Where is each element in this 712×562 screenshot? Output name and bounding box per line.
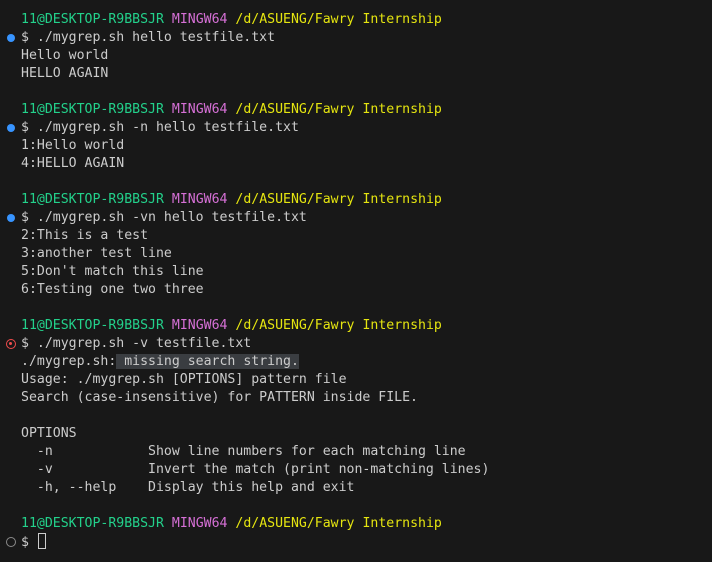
- output-line: 4:HELLO AGAIN: [21, 156, 125, 171]
- prompt-path: /d/ASUENG/Fawry Internship: [235, 516, 442, 531]
- prompt-path: /d/ASUENG/Fawry Internship: [235, 102, 442, 117]
- command-text: $ ./mygrep.sh hello testfile.txt: [21, 30, 276, 45]
- prompt-user-host: 11@DESKTOP-R9BBSJR: [21, 192, 164, 207]
- output-line: OPTIONS: [21, 426, 77, 441]
- error-prefix: ./mygrep.sh:: [21, 354, 117, 369]
- output-line: -n Show line numbers for each matching l…: [21, 444, 466, 459]
- output-line: -h, --help Display this help and exit: [21, 480, 355, 495]
- prompt-path: /d/ASUENG/Fawry Internship: [235, 192, 442, 207]
- text-cursor: [37, 533, 46, 549]
- output-line: 3:another test line: [21, 246, 172, 261]
- command-text: $ ./mygrep.sh -v testfile.txt: [21, 336, 252, 351]
- command-text: $ ./mygrep.sh -n hello testfile.txt: [21, 120, 299, 135]
- prompt-path: /d/ASUENG/Fawry Internship: [235, 12, 442, 27]
- command-line: $ ./mygrep.sh -v testfile.txt: [0, 335, 712, 353]
- prompt-user-host: 11@DESKTOP-R9BBSJR: [21, 102, 164, 117]
- output-line: 6:Testing one two three: [21, 282, 204, 297]
- prompt-user-host: 11@DESKTOP-R9BBSJR: [21, 516, 164, 531]
- prompt-user-host: 11@DESKTOP-R9BBSJR: [21, 12, 164, 27]
- error-message-highlight: missing search string.: [116, 354, 299, 369]
- prompt-path: /d/ASUENG/Fawry Internship: [235, 318, 442, 333]
- prompt-system: MINGW64: [171, 516, 228, 531]
- prompt-system: MINGW64: [171, 318, 228, 333]
- command-input[interactable]: $: [21, 535, 37, 550]
- command-success-icon[interactable]: [7, 34, 15, 42]
- output-line: Search (case-insensitive) for PATTERN in…: [21, 390, 418, 405]
- command-line: $ ./mygrep.sh hello testfile.txt: [0, 29, 712, 47]
- prompt-line: 11@DESKTOP-R9BBSJR MINGW64 /d/ASUENG/Faw…: [0, 515, 712, 533]
- prompt-user-host: 11@DESKTOP-R9BBSJR: [21, 318, 164, 333]
- command-line: $ ./mygrep.sh -n hello testfile.txt: [0, 119, 712, 137]
- output-line: 2:This is a test: [21, 228, 149, 243]
- command-text: $ ./mygrep.sh -vn hello testfile.txt: [21, 210, 307, 225]
- prompt-system: MINGW64: [171, 102, 228, 117]
- prompt-system: MINGW64: [171, 192, 228, 207]
- command-success-icon[interactable]: [7, 214, 15, 222]
- output-line: 1:Hello world: [21, 138, 125, 153]
- output-line: Usage: ./mygrep.sh [OPTIONS] pattern fil…: [21, 372, 347, 387]
- command-line: $ ./mygrep.sh -vn hello testfile.txt: [0, 209, 712, 227]
- prompt-system: MINGW64: [171, 12, 228, 27]
- output-line: 5:Don't match this line: [21, 264, 204, 279]
- prompt-line: 11@DESKTOP-R9BBSJR MINGW64 /d/ASUENG/Faw…: [0, 101, 712, 119]
- command-error-icon[interactable]: [6, 339, 16, 349]
- command-pending-icon[interactable]: [6, 537, 16, 547]
- error-line: ./mygrep.sh: missing search string.: [0, 353, 712, 371]
- output-line: HELLO AGAIN: [21, 66, 109, 81]
- output-line: -v Invert the match (print non-matching …: [21, 462, 490, 477]
- command-input-line[interactable]: $: [0, 533, 712, 551]
- prompt-line: 11@DESKTOP-R9BBSJR MINGW64 /d/ASUENG/Faw…: [0, 317, 712, 335]
- terminal[interactable]: 11@DESKTOP-R9BBSJR MINGW64 /d/ASUENG/Faw…: [0, 0, 712, 562]
- prompt-line: 11@DESKTOP-R9BBSJR MINGW64 /d/ASUENG/Faw…: [0, 191, 712, 209]
- output-line: Hello world: [21, 48, 109, 63]
- prompt-line: 11@DESKTOP-R9BBSJR MINGW64 /d/ASUENG/Faw…: [0, 11, 712, 29]
- command-success-icon[interactable]: [7, 124, 15, 132]
